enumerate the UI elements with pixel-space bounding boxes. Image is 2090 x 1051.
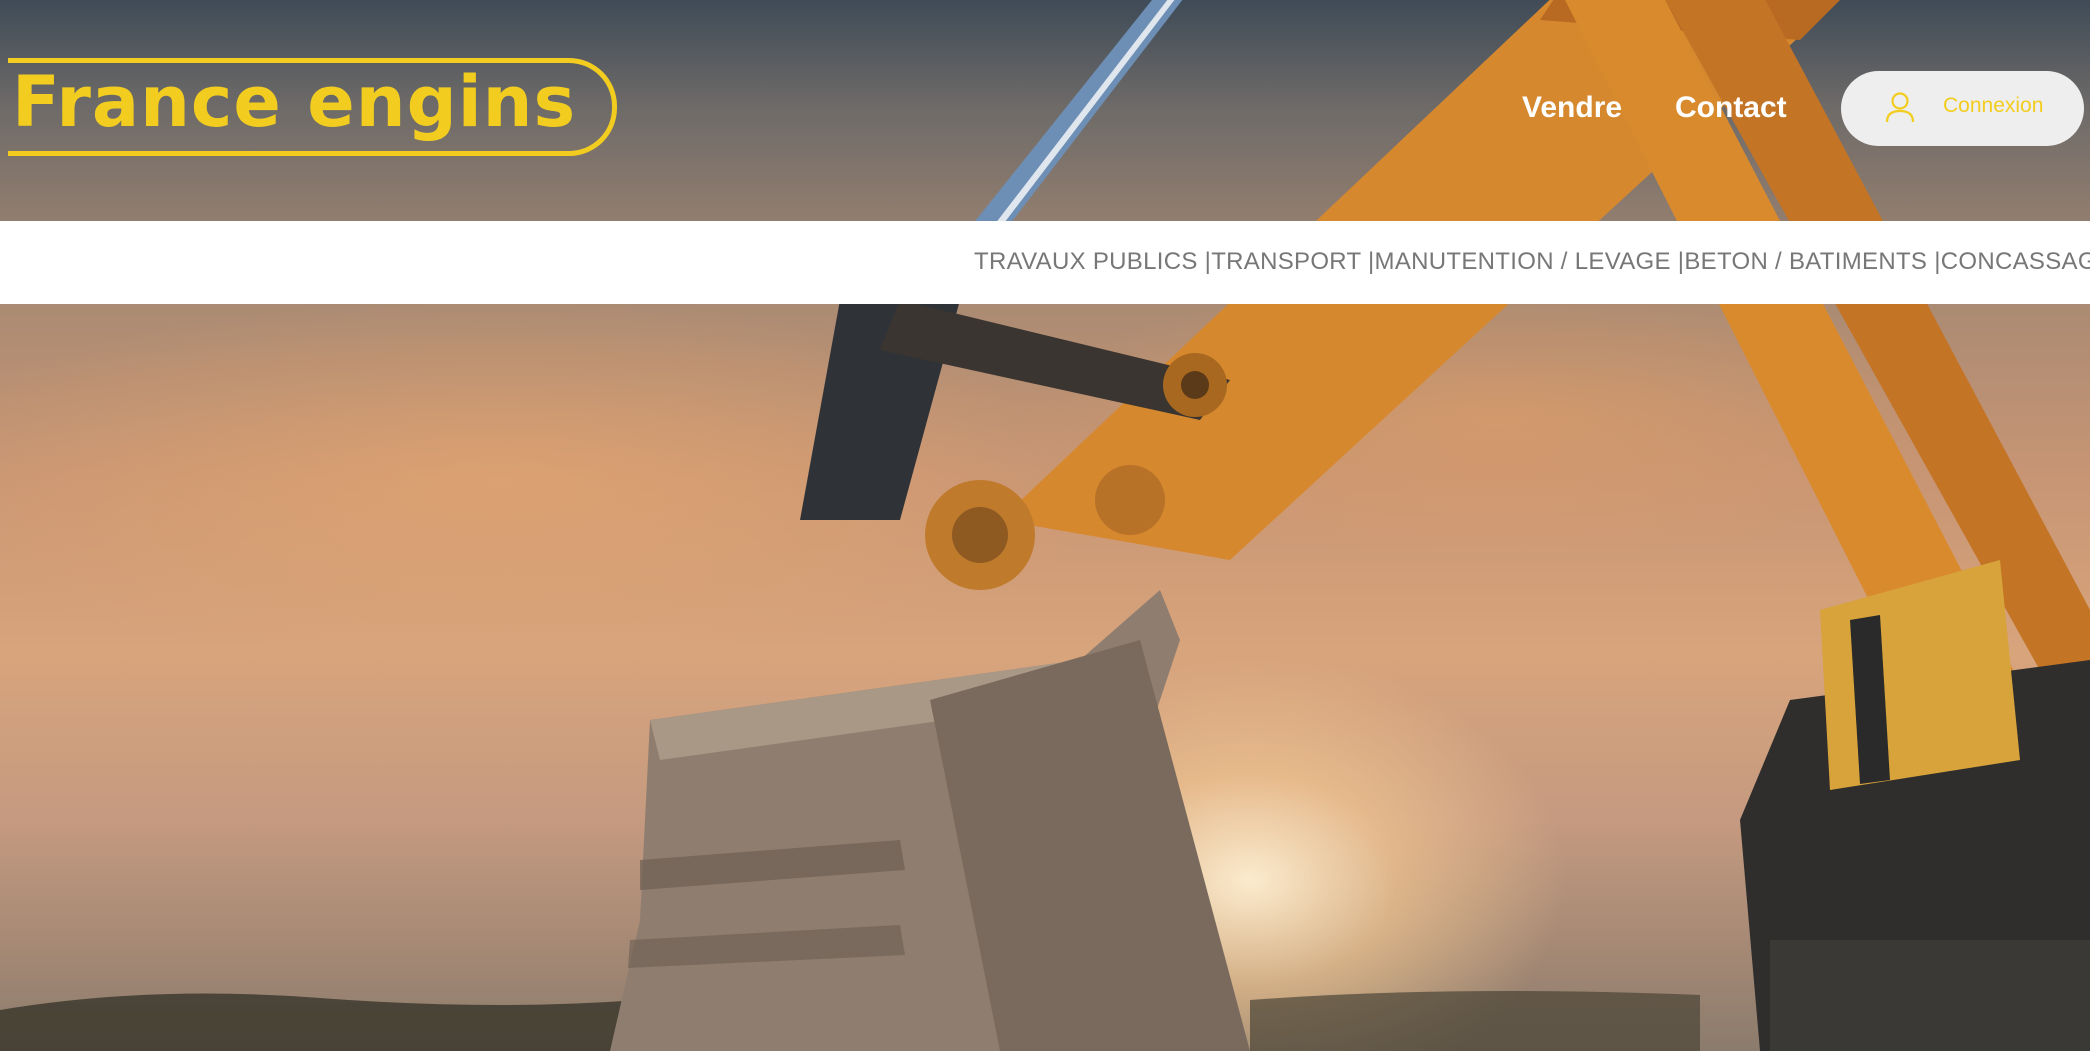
user-icon [1885, 91, 1915, 123]
nav-link-vendre[interactable]: Vendre [1522, 91, 1622, 125]
login-button[interactable]: Connexion [1841, 71, 2084, 146]
category-travaux-publics[interactable]: TRAVAUX PUBLICS [974, 248, 1205, 275]
france-engins-logo[interactable]: France engins [8, 58, 623, 156]
category-beton-batiments[interactable]: BETON / BATIMENTS [1684, 248, 1934, 275]
category-manutention-levage[interactable]: MANUTENTION / LEVAGE [1375, 248, 1678, 275]
login-label: Connexion [1943, 94, 2044, 117]
category-strip: TRAVAUX PUBLICS |TRANSPORT |MANUTENTION … [0, 221, 2090, 304]
category-transport[interactable]: TRANSPORT [1211, 248, 1368, 275]
category-concassage-forage[interactable]: CONCASSAGE / FORAGE [1941, 248, 2090, 275]
category-list: TRAVAUX PUBLICS |TRANSPORT |MANUTENTION … [974, 248, 2090, 276]
nav-link-contact[interactable]: Contact [1675, 91, 1787, 125]
logo-text: France engins [12, 61, 577, 143]
site-header: France engins Vendre Contact Connexion [0, 0, 2090, 221]
